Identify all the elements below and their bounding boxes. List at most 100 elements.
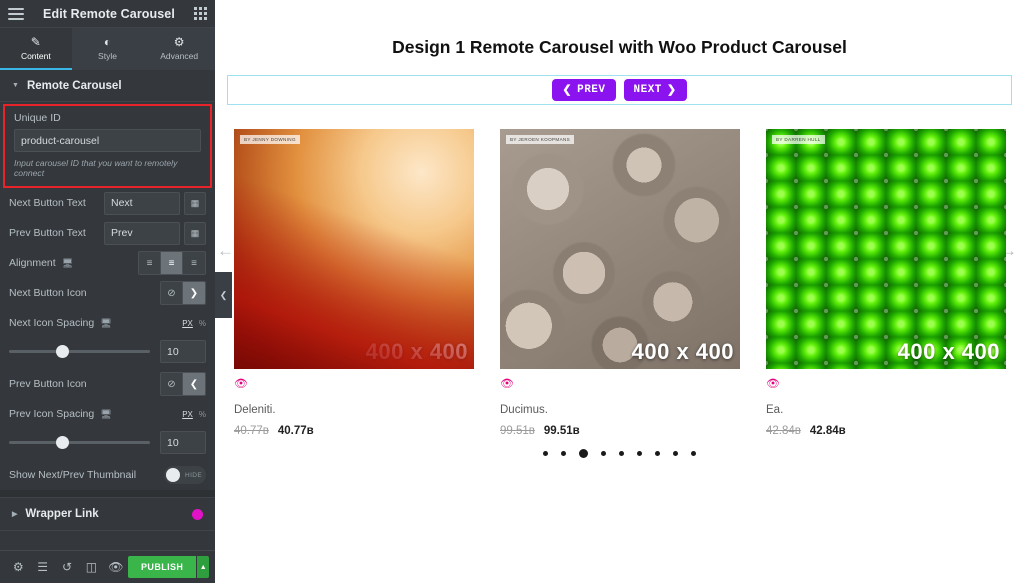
editor-root: Edit Remote Carousel ✎ Content ◐ Style ⚙… (0, 0, 1024, 583)
next-icon-spacing-slider-row (0, 338, 215, 369)
pagination-dot[interactable] (619, 451, 624, 456)
product-card[interactable]: BY JEROEN KOOPMANS 400 x 400 👁 Ducimus. … (500, 129, 740, 437)
tab-content[interactable]: ✎ Content (0, 28, 72, 70)
panel-tabs: ✎ Content ◐ Style ⚙ Advanced (0, 28, 215, 70)
quick-view-row: 👁 (500, 369, 740, 392)
publish-options-chevron-up-icon[interactable]: ▲ (196, 556, 210, 578)
grid-icon[interactable] (193, 7, 207, 20)
image-credit-badge: BY DARREN HULL (772, 135, 825, 144)
chevron-down-icon: ▼ (12, 82, 19, 89)
next-icon-spacing-input[interactable] (160, 340, 206, 363)
responsive-preview-icon[interactable]: ◫ (79, 551, 103, 583)
desktop-icon[interactable]: 🖥 (100, 318, 111, 329)
image-dimensions-label: 400 x 400 (897, 339, 1000, 364)
image-dimensions-label: 400 x 400 (631, 339, 734, 364)
product-title[interactable]: Deleniti. (234, 404, 474, 416)
unique-id-input[interactable] (14, 129, 201, 152)
desktop-icon[interactable]: 🖥 (100, 409, 111, 420)
unique-id-hint: Input carousel ID that you want to remot… (14, 158, 178, 178)
image-dimensions-label: 400 x 400 (365, 339, 468, 364)
tab-content-label: Content (20, 50, 51, 61)
carousel-next-button[interactable]: NEXT ❯ (623, 79, 687, 101)
prev-button-text-label: Prev Button Text (9, 227, 86, 239)
pencil-icon: ✎ (30, 34, 41, 49)
tab-style[interactable]: ◐ Style (72, 28, 144, 70)
panel-header: Edit Remote Carousel (0, 0, 215, 28)
next-button-text-input[interactable] (104, 191, 180, 215)
next-button-text-row: Next Button Text ▦ (0, 188, 215, 218)
page-title: Design 1 Remote Carousel with Woo Produc… (392, 37, 847, 57)
product-title[interactable]: Ea. (766, 404, 1006, 416)
show-thumbnail-toggle[interactable]: HIDE (164, 466, 206, 484)
price-old: 99.51в (500, 425, 535, 437)
settings-gear-icon[interactable]: ⚙ (6, 551, 30, 583)
pagination-dot[interactable] (601, 451, 606, 456)
prev-button-label: PREV (577, 84, 606, 96)
pagination-dot[interactable] (637, 451, 642, 456)
chevron-left-icon: ❮ (562, 85, 573, 97)
panel-body: Unique ID Input carousel ID that you wan… (0, 102, 215, 550)
pagination-dot[interactable] (579, 449, 588, 458)
product-image[interactable]: BY DARREN HULL 400 x 400 (766, 129, 1006, 369)
desktop-icon[interactable]: 🖥 (62, 258, 73, 269)
dynamic-tags-icon[interactable]: ▦ (184, 191, 206, 215)
pagination-dot[interactable] (561, 451, 566, 456)
align-center-icon[interactable]: ≡ (161, 252, 183, 274)
panel-footer: ⚙ ☰ ↺ ◫ 👁 PUBLISH ▲ (0, 550, 215, 583)
product-image[interactable]: BY JEROEN KOOPMANS 400 x 400 (500, 129, 740, 369)
dynamic-tags-icon[interactable]: ▦ (184, 221, 206, 245)
prev-icon-spacing-input[interactable] (160, 431, 206, 454)
tab-advanced[interactable]: ⚙ Advanced (143, 28, 215, 70)
pagination-dot[interactable] (543, 451, 548, 456)
layers-icon[interactable]: ☰ (30, 551, 54, 583)
no-icon-icon[interactable]: ⊘ (161, 373, 183, 395)
product-card[interactable]: BY JENNY DOWNING 400 x 400 👁 Deleniti. 4… (234, 129, 474, 437)
next-icon-spacing-slider[interactable] (9, 345, 150, 358)
pro-badge-icon (192, 508, 203, 520)
slider-knob[interactable] (55, 345, 69, 358)
price-new: 99.51в (543, 425, 580, 437)
section-divider (0, 490, 215, 497)
prev-button-text-input[interactable] (104, 221, 180, 245)
chevron-left-icon[interactable]: ❮ (183, 373, 205, 395)
chevron-right-icon: ▶ (12, 511, 18, 518)
panel-collapse-handle[interactable]: ❮ (215, 272, 232, 318)
align-right-icon[interactable]: ≡ (183, 252, 205, 274)
pagination-dot[interactable] (691, 451, 696, 456)
unit-percent[interactable]: % (199, 410, 206, 419)
next-button-icon-group: ⊘ ❯ (160, 281, 206, 305)
chevron-right-icon[interactable]: ❯ (183, 282, 205, 304)
product-card[interactable]: BY DARREN HULL 400 x 400 👁 Ea. 42.84в 42… (766, 129, 1006, 437)
carousel-prev-button[interactable]: ❮ PREV (552, 79, 616, 101)
next-button-icon-label: Next Button Icon (9, 287, 87, 299)
product-price: 40.77в 40.77в (234, 425, 474, 437)
pagination-dot[interactable] (673, 451, 678, 456)
align-left-icon[interactable]: ≡ (139, 252, 161, 274)
eye-icon[interactable]: 👁 (766, 378, 780, 390)
section-remote-carousel[interactable]: ▼ Remote Carousel (0, 70, 215, 102)
chevron-right-icon: ❯ (666, 85, 677, 97)
carousel-arrow-left-icon[interactable]: ← (217, 241, 234, 261)
eye-icon[interactable]: 👁 (234, 378, 248, 390)
image-credit-badge: BY JENNY DOWNING (240, 135, 300, 144)
prev-button-icon-label: Prev Button Icon (9, 378, 87, 390)
no-icon-icon[interactable]: ⊘ (161, 282, 183, 304)
publish-button[interactable]: PUBLISH (128, 556, 197, 578)
hamburger-icon[interactable] (8, 7, 24, 20)
history-icon[interactable]: ↺ (55, 551, 79, 583)
product-image[interactable]: BY JENNY DOWNING 400 x 400 (234, 129, 474, 369)
preview-eye-icon[interactable]: 👁 (104, 551, 128, 583)
eye-icon[interactable]: 👁 (500, 378, 514, 390)
unit-px[interactable]: PX (182, 410, 193, 419)
price-new: 42.84в (809, 425, 846, 437)
section-wrapper-link[interactable]: ▶ Wrapper Link (0, 497, 215, 531)
prev-icon-spacing-slider[interactable] (9, 436, 150, 449)
pagination-dot[interactable] (655, 451, 660, 456)
slider-knob[interactable] (55, 436, 69, 449)
unit-px[interactable]: PX (182, 319, 193, 328)
product-title[interactable]: Ducimus. (500, 404, 740, 416)
alignment-row: Alignment 🖥 ≡ ≡ ≡ (0, 248, 215, 278)
next-button-text-label: Next Button Text (9, 197, 86, 209)
unit-percent[interactable]: % (199, 319, 206, 328)
unique-id-label: Unique ID (14, 112, 61, 124)
